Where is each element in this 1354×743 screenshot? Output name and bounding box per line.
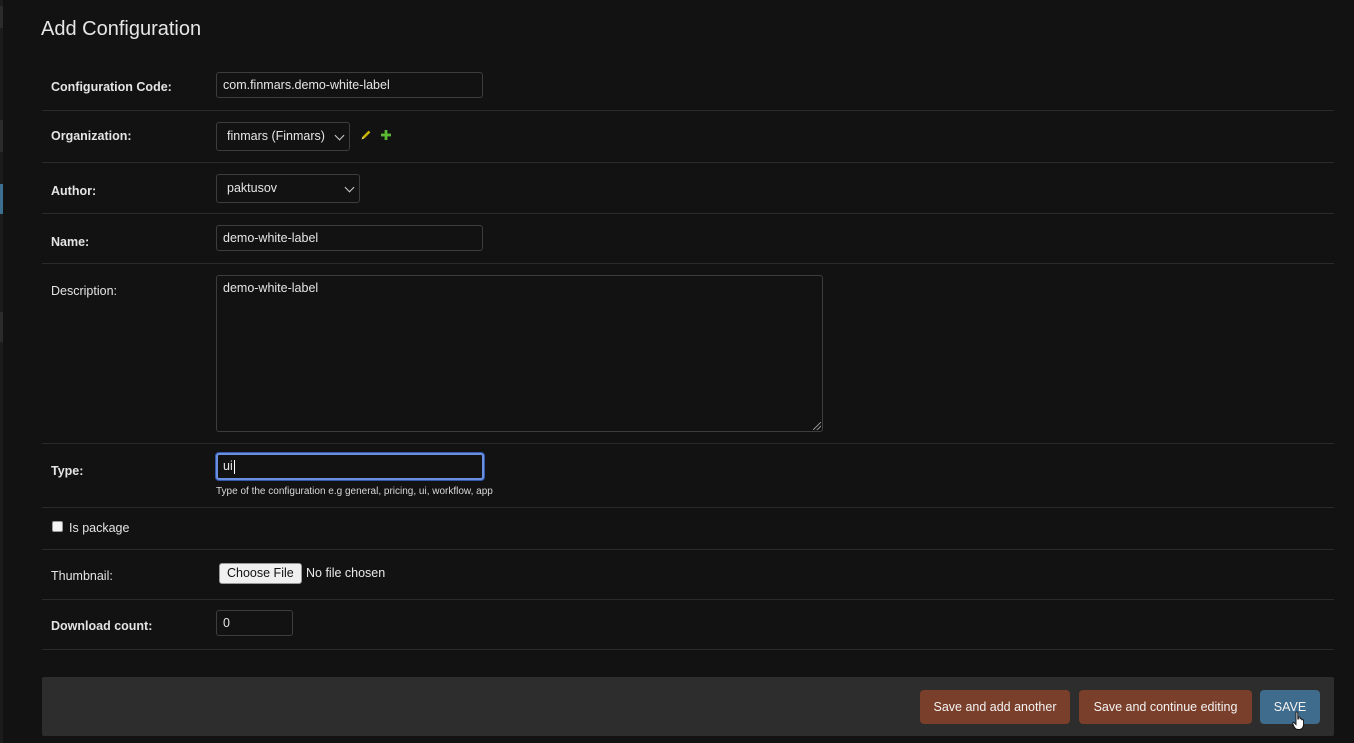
configuration-form: Configuration Code: com.finmars.demo-whi… xyxy=(42,60,1334,650)
row-thumbnail: Thumbnail: Choose File No file chosen xyxy=(42,550,1334,600)
row-download-count: Download count: 0 xyxy=(42,600,1334,650)
text-caret xyxy=(233,459,235,474)
author-select[interactable]: paktusov xyxy=(216,174,360,203)
hand-cursor-icon xyxy=(1292,711,1304,730)
edge-mark xyxy=(0,120,3,152)
description-label: Description: xyxy=(51,284,117,298)
file-status-text: No file chosen xyxy=(306,566,386,580)
description-textarea[interactable]: demo-white-label xyxy=(216,275,823,432)
pencil-icon[interactable] xyxy=(360,129,372,141)
is-package-label: Is package xyxy=(69,521,130,535)
resize-grip-icon[interactable] xyxy=(813,422,821,430)
row-organization: Organization: finmars (Finmars) xyxy=(42,111,1334,163)
author-selected: paktusov xyxy=(227,181,278,195)
row-author: Author: paktusov xyxy=(42,163,1334,214)
author-label: Author: xyxy=(51,184,97,198)
page: Add Configuration Configuration Code: co… xyxy=(0,0,1354,743)
left-edge-strip xyxy=(0,0,3,743)
chevron-down-icon xyxy=(334,130,345,141)
type-value: ui xyxy=(223,459,233,473)
download-count-label: Download count: xyxy=(51,619,153,633)
type-help-text: Type of the configuration e.g general, p… xyxy=(216,486,493,497)
row-type: Type: ui Type of the configuration e.g g… xyxy=(42,444,1334,508)
organization-selected: finmars (Finmars) xyxy=(227,129,325,143)
is-package-checkbox[interactable] xyxy=(52,521,63,532)
name-input[interactable]: demo-white-label xyxy=(216,225,483,251)
edge-mark xyxy=(0,6,3,28)
configuration-code-label: Configuration Code: xyxy=(51,80,172,94)
row-configuration-code: Configuration Code: com.finmars.demo-whi… xyxy=(42,60,1334,111)
save-and-continue-button[interactable]: Save and continue editing xyxy=(1079,690,1252,724)
edge-mark-active xyxy=(0,184,3,214)
type-label: Type: xyxy=(51,464,84,478)
edge-mark xyxy=(0,312,3,342)
page-title: Add Configuration xyxy=(41,18,202,40)
description-value: demo-white-label xyxy=(223,281,319,295)
plus-icon[interactable] xyxy=(380,129,392,141)
download-count-input[interactable]: 0 xyxy=(216,610,293,636)
chevron-down-icon xyxy=(344,182,355,193)
submit-row: Save and add another Save and continue e… xyxy=(42,677,1334,736)
row-name: Name: demo-white-label xyxy=(42,214,1334,264)
choose-file-button[interactable]: Choose File xyxy=(219,563,302,584)
row-is-package: Is package xyxy=(42,508,1334,550)
organization-select[interactable]: finmars (Finmars) xyxy=(216,122,350,151)
type-input[interactable]: ui xyxy=(216,453,484,480)
organization-label: Organization: xyxy=(51,129,132,143)
thumbnail-label: Thumbnail: xyxy=(51,569,113,583)
save-button[interactable]: SAVE xyxy=(1260,690,1320,724)
configuration-code-input[interactable]: com.finmars.demo-white-label xyxy=(216,72,483,98)
row-description: Description: demo-white-label xyxy=(42,264,1334,444)
name-label: Name: xyxy=(51,235,90,249)
save-and-add-another-button[interactable]: Save and add another xyxy=(920,690,1070,724)
